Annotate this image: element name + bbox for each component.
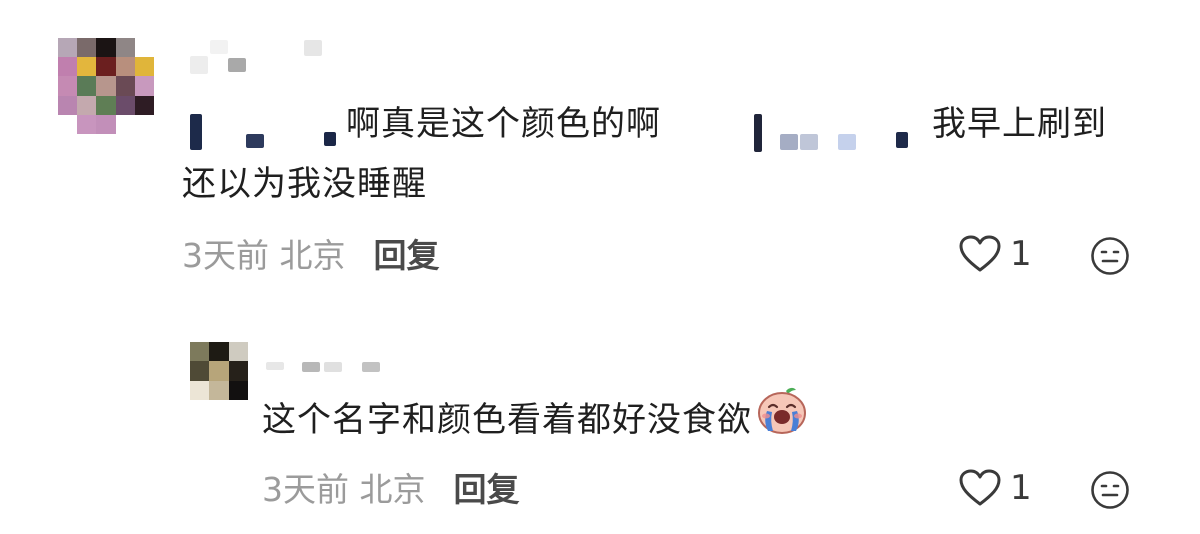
like-button[interactable]: 1 bbox=[958, 234, 1032, 274]
time-location: 3天前 北京 bbox=[262, 470, 426, 509]
dislike-button[interactable] bbox=[1090, 236, 1130, 276]
comment-text-body: 这个名字和颜色看着都好没食欲 bbox=[262, 400, 752, 440]
crying-face-sticker-icon bbox=[756, 385, 808, 452]
comment-meta: 3天前 北京 回复 bbox=[182, 236, 440, 276]
reply-button[interactable]: 回复 bbox=[454, 470, 520, 509]
reply-button[interactable]: 回复 bbox=[374, 236, 440, 275]
neutral-face-icon[interactable] bbox=[1090, 236, 1130, 276]
neutral-face-icon[interactable] bbox=[1090, 470, 1130, 510]
comment-text: 这个名字和颜色看着都好没食欲 bbox=[262, 385, 808, 455]
comment-text-line2: 还以为我没睡醒 bbox=[182, 164, 427, 204]
comment-text-line1-tail: 我早上刷到 bbox=[932, 104, 1107, 144]
like-button[interactable]: 1 bbox=[958, 468, 1032, 508]
comment-meta: 3天前 北京 回复 bbox=[262, 470, 520, 510]
heart-icon[interactable] bbox=[958, 234, 1002, 274]
avatar[interactable] bbox=[58, 38, 154, 134]
avatar[interactable] bbox=[190, 342, 248, 400]
like-count: 1 bbox=[1010, 468, 1032, 508]
dislike-button[interactable] bbox=[1090, 470, 1130, 510]
time-location: 3天前 北京 bbox=[182, 236, 346, 275]
heart-icon[interactable] bbox=[958, 468, 1002, 508]
like-count: 1 bbox=[1010, 234, 1032, 274]
comment-text-line1: 啊真是这个颜色的啊 bbox=[346, 104, 661, 144]
